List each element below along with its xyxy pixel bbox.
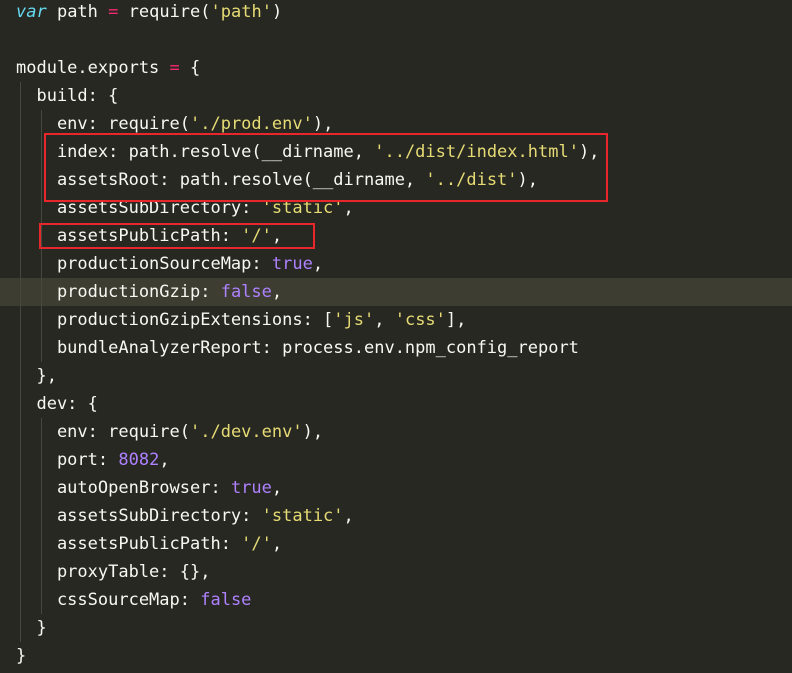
highlight-box-assetspublicpath [39, 223, 315, 249]
code-line: cssSourceMap: false [0, 586, 792, 614]
code-token: port: [16, 450, 119, 470]
code-token: { [179, 58, 201, 78]
code-token: var [16, 2, 47, 22]
code-token: , [271, 282, 283, 302]
code-token: cssSourceMap: [16, 590, 201, 610]
code-token: module.exports [16, 58, 170, 78]
code-token: './prod.env' [190, 114, 313, 134]
code-token: proxyTable: {}, [16, 562, 211, 582]
code-token: productionGzip: [16, 282, 221, 302]
code-token: , [159, 450, 170, 470]
code-line: productionGzip: false, [0, 278, 792, 306]
code-line: port: 8082, [0, 446, 792, 474]
code-line: } [0, 614, 792, 642]
code-token: 'static' [261, 506, 344, 526]
code-token: 'path' [210, 2, 272, 22]
code-line: productionGzipExtensions: ['js', 'css'], [0, 306, 792, 334]
code-token: }, [16, 366, 57, 386]
code-token: autoOpenBrowser: [16, 478, 231, 498]
code-token: assetsSubDirectory: [16, 506, 262, 526]
code-token: ], [445, 310, 467, 330]
code-token: env: require( [16, 114, 190, 134]
code-token: 'css' [394, 310, 446, 330]
code-token: productionSourceMap: [16, 254, 272, 274]
indent-guide-level1 [20, 82, 21, 642]
code-token: ) [271, 2, 283, 22]
code-line: build: { [0, 82, 792, 110]
code-line: dev: { [0, 390, 792, 418]
code-token: false [200, 590, 252, 610]
code-token: './dev.env' [190, 422, 303, 442]
code-token: '/' [241, 534, 272, 554]
code-token: dev: { [16, 394, 98, 414]
code-token: false [220, 282, 272, 302]
code-token: = [108, 2, 119, 22]
code-token: true [230, 478, 272, 498]
code-token: 8082 [118, 450, 160, 470]
code-line: autoOpenBrowser: true, [0, 474, 792, 502]
code-token: , [271, 534, 283, 554]
code-line: assetsSubDirectory: 'static', [0, 502, 792, 530]
code-editor[interactable]: var path = require('path') module.exports… [0, 0, 792, 673]
code-token: true [271, 254, 313, 274]
code-token: productionGzipExtensions: [ [16, 310, 334, 330]
code-token: build: { [16, 86, 119, 106]
code-token: require( [118, 2, 211, 22]
code-line: productionSourceMap: true, [0, 250, 792, 278]
code-token: 'js' [333, 310, 375, 330]
code-line: } [0, 642, 792, 670]
code-line: }, [0, 362, 792, 390]
code-token: , [343, 506, 354, 526]
code-line: module.exports = { [0, 54, 792, 82]
code-token: env: require( [16, 422, 190, 442]
code-line: env: require('./dev.env'), [0, 418, 792, 446]
code-token: = [169, 58, 180, 78]
code-line: assetsPublicPath: '/', [0, 530, 792, 558]
code-token: assetsPublicPath: [16, 534, 242, 554]
indent-guide-dev [41, 418, 42, 614]
code-token: path [46, 2, 109, 22]
code-token: bundleAnalyzerReport: process.env.npm_co… [16, 338, 579, 358]
code-token: , [312, 254, 324, 274]
code-line: var path = require('path') [0, 0, 792, 26]
code-token: ), [302, 422, 324, 442]
code-token: } [16, 646, 27, 666]
code-token: , [374, 310, 395, 330]
code-token: ), [312, 114, 334, 134]
code-line: bundleAnalyzerReport: process.env.npm_co… [0, 334, 792, 362]
highlight-box-index-assetsroot [44, 133, 608, 202]
code-token: , [271, 478, 283, 498]
code-line: proxyTable: {}, [0, 558, 792, 586]
